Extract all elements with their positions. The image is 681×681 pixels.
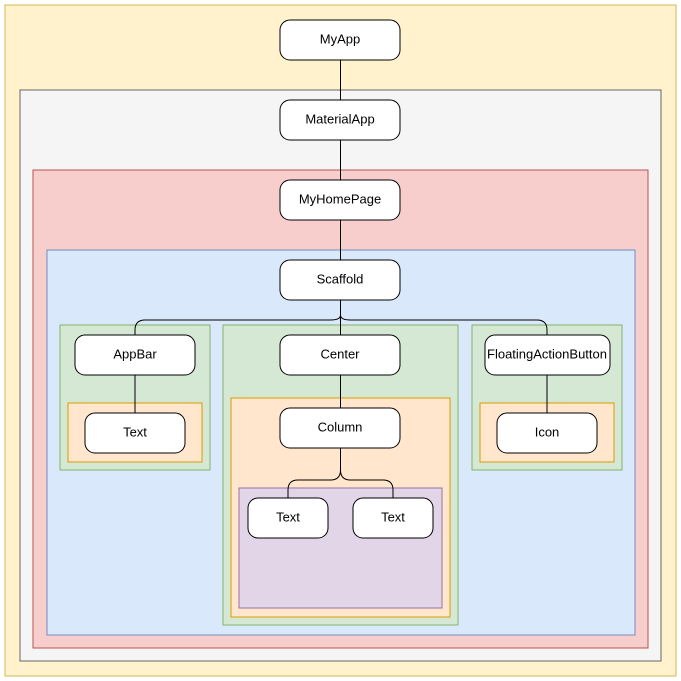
node-center: Center xyxy=(280,335,400,375)
node-appbar-text: Text xyxy=(85,413,185,453)
node-column-text1: Text xyxy=(248,498,328,538)
node-appbar-label: AppBar xyxy=(113,346,157,361)
node-center-label: Center xyxy=(320,346,360,361)
node-column-label: Column xyxy=(318,419,363,434)
node-appbar: AppBar xyxy=(75,335,195,375)
node-icon-label: Icon xyxy=(535,424,560,439)
node-column-text1-label: Text xyxy=(276,509,300,524)
node-fab-label: FloatingActionButton xyxy=(487,346,607,361)
node-column-text2-label: Text xyxy=(381,509,405,524)
node-myapp: MyApp xyxy=(280,20,400,60)
node-scaffold-label: Scaffold xyxy=(317,271,364,286)
widget-tree-diagram: MyApp MaterialApp MyHomePage Scaffold Ap… xyxy=(0,0,681,681)
node-myhomepage-label: MyHomePage xyxy=(299,191,381,206)
node-myhomepage: MyHomePage xyxy=(280,180,400,220)
node-materialapp-label: MaterialApp xyxy=(305,111,374,126)
node-materialapp: MaterialApp xyxy=(280,100,400,140)
node-appbar-text-label: Text xyxy=(123,424,147,439)
node-fab: FloatingActionButton xyxy=(485,335,610,375)
node-column-text2: Text xyxy=(353,498,433,538)
node-myapp-label: MyApp xyxy=(320,31,360,46)
node-scaffold: Scaffold xyxy=(280,260,400,300)
node-column: Column xyxy=(280,408,400,448)
node-icon: Icon xyxy=(497,413,597,453)
